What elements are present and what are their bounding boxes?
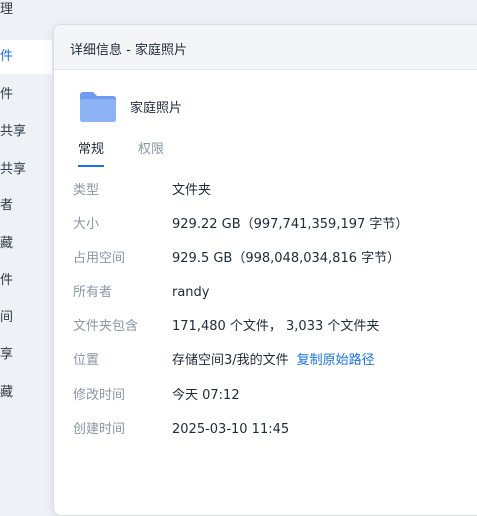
sidebar: 理 件 件 共享 共享 者 藏 件 间 享 藏 bbox=[0, 0, 52, 498]
property-row-type: 类型 文件夹 bbox=[73, 181, 473, 201]
sidebar-item-label: 享 bbox=[0, 347, 14, 362]
property-value-location: 存储空间3/我的文件 复制原始路径 bbox=[172, 351, 375, 371]
property-label: 位置 bbox=[73, 353, 100, 368]
item-name: 家庭照片 bbox=[130, 101, 183, 116]
property-row-owner: 所有者 randy bbox=[73, 283, 473, 303]
property-value: 929.5 GB（998,048,034,816 字节） bbox=[172, 251, 401, 266]
property-label: 占用空间 bbox=[73, 251, 126, 266]
tab-permissions[interactable]: 权限 bbox=[138, 138, 164, 165]
sidebar-item-8[interactable]: 间 bbox=[0, 301, 52, 335]
sidebar-item-7[interactable]: 件 bbox=[0, 264, 52, 298]
sidebar-item-label: 藏 bbox=[0, 385, 14, 400]
property-label: 类型 bbox=[73, 183, 100, 198]
property-label: 修改时间 bbox=[73, 388, 126, 403]
property-label: 大小 bbox=[73, 217, 100, 232]
sidebar-item-3[interactable]: 共享 bbox=[0, 115, 52, 149]
sidebar-item-label: 共享 bbox=[0, 162, 27, 177]
tab-general[interactable]: 常规 bbox=[78, 138, 105, 167]
sidebar-item-9[interactable]: 享 bbox=[0, 338, 52, 372]
sidebar-item-label: 者 bbox=[0, 198, 14, 213]
property-value: 文件夹 bbox=[172, 183, 212, 198]
item-header: 家庭照片 bbox=[78, 87, 378, 125]
sidebar-item-4[interactable]: 共享 bbox=[0, 153, 52, 187]
details-dialog: 详细信息 - 家庭照片 家庭照片 常规 权限 类型 文件夹 大小 929.22 … bbox=[53, 24, 477, 516]
property-row-contains: 文件夹包含 171,480 个文件， 3,033 个文件夹 bbox=[73, 317, 473, 337]
property-row-created: 创建时间 2025-03-10 11:45 bbox=[73, 420, 473, 440]
property-value: randy bbox=[172, 285, 210, 300]
dialog-title: 详细信息 - 家庭照片 bbox=[70, 43, 187, 58]
location-path: 存储空间3/我的文件 bbox=[172, 353, 289, 368]
property-label: 创建时间 bbox=[73, 422, 126, 437]
sidebar-item-label: 件 bbox=[0, 49, 14, 64]
property-row-used-space: 占用空间 929.5 GB（998,048,034,816 字节） bbox=[73, 249, 473, 269]
property-value: 今天 07:12 bbox=[172, 388, 240, 403]
property-label: 文件夹包含 bbox=[73, 319, 139, 334]
property-row-modified: 修改时间 今天 07:12 bbox=[73, 386, 473, 406]
sidebar-item-label: 件 bbox=[0, 87, 14, 102]
property-value: 171,480 个文件， 3,033 个文件夹 bbox=[172, 319, 380, 334]
sidebar-item-label: 共享 bbox=[0, 124, 27, 139]
sidebar-item-label: 间 bbox=[0, 310, 14, 325]
folder-icon bbox=[78, 89, 118, 123]
property-value: 929.22 GB（997,741,359,197 字节） bbox=[172, 217, 409, 232]
tab-bar: 常规 权限 bbox=[70, 133, 470, 167]
sidebar-header: 理 bbox=[0, 2, 14, 17]
sidebar-item-5[interactable]: 者 bbox=[0, 189, 52, 223]
sidebar-item-label: 藏 bbox=[0, 236, 14, 251]
sidebar-item-10[interactable]: 藏 bbox=[0, 376, 52, 410]
sidebar-item-2[interactable]: 件 bbox=[0, 78, 52, 112]
sidebar-item-6[interactable]: 藏 bbox=[0, 227, 52, 261]
property-label: 所有者 bbox=[73, 285, 113, 300]
property-row-location: 位置 存储空间3/我的文件 复制原始路径 bbox=[73, 351, 473, 371]
sidebar-item-files[interactable]: 件 bbox=[0, 40, 52, 74]
sidebar-item-label: 件 bbox=[0, 273, 14, 288]
property-row-size: 大小 929.22 GB（997,741,359,197 字节） bbox=[73, 215, 473, 235]
property-value: 2025-03-10 11:45 bbox=[172, 422, 290, 437]
dialog-titlebar[interactable]: 详细信息 - 家庭照片 bbox=[54, 25, 477, 70]
copy-original-path-link[interactable]: 复制原始路径 bbox=[297, 353, 375, 368]
